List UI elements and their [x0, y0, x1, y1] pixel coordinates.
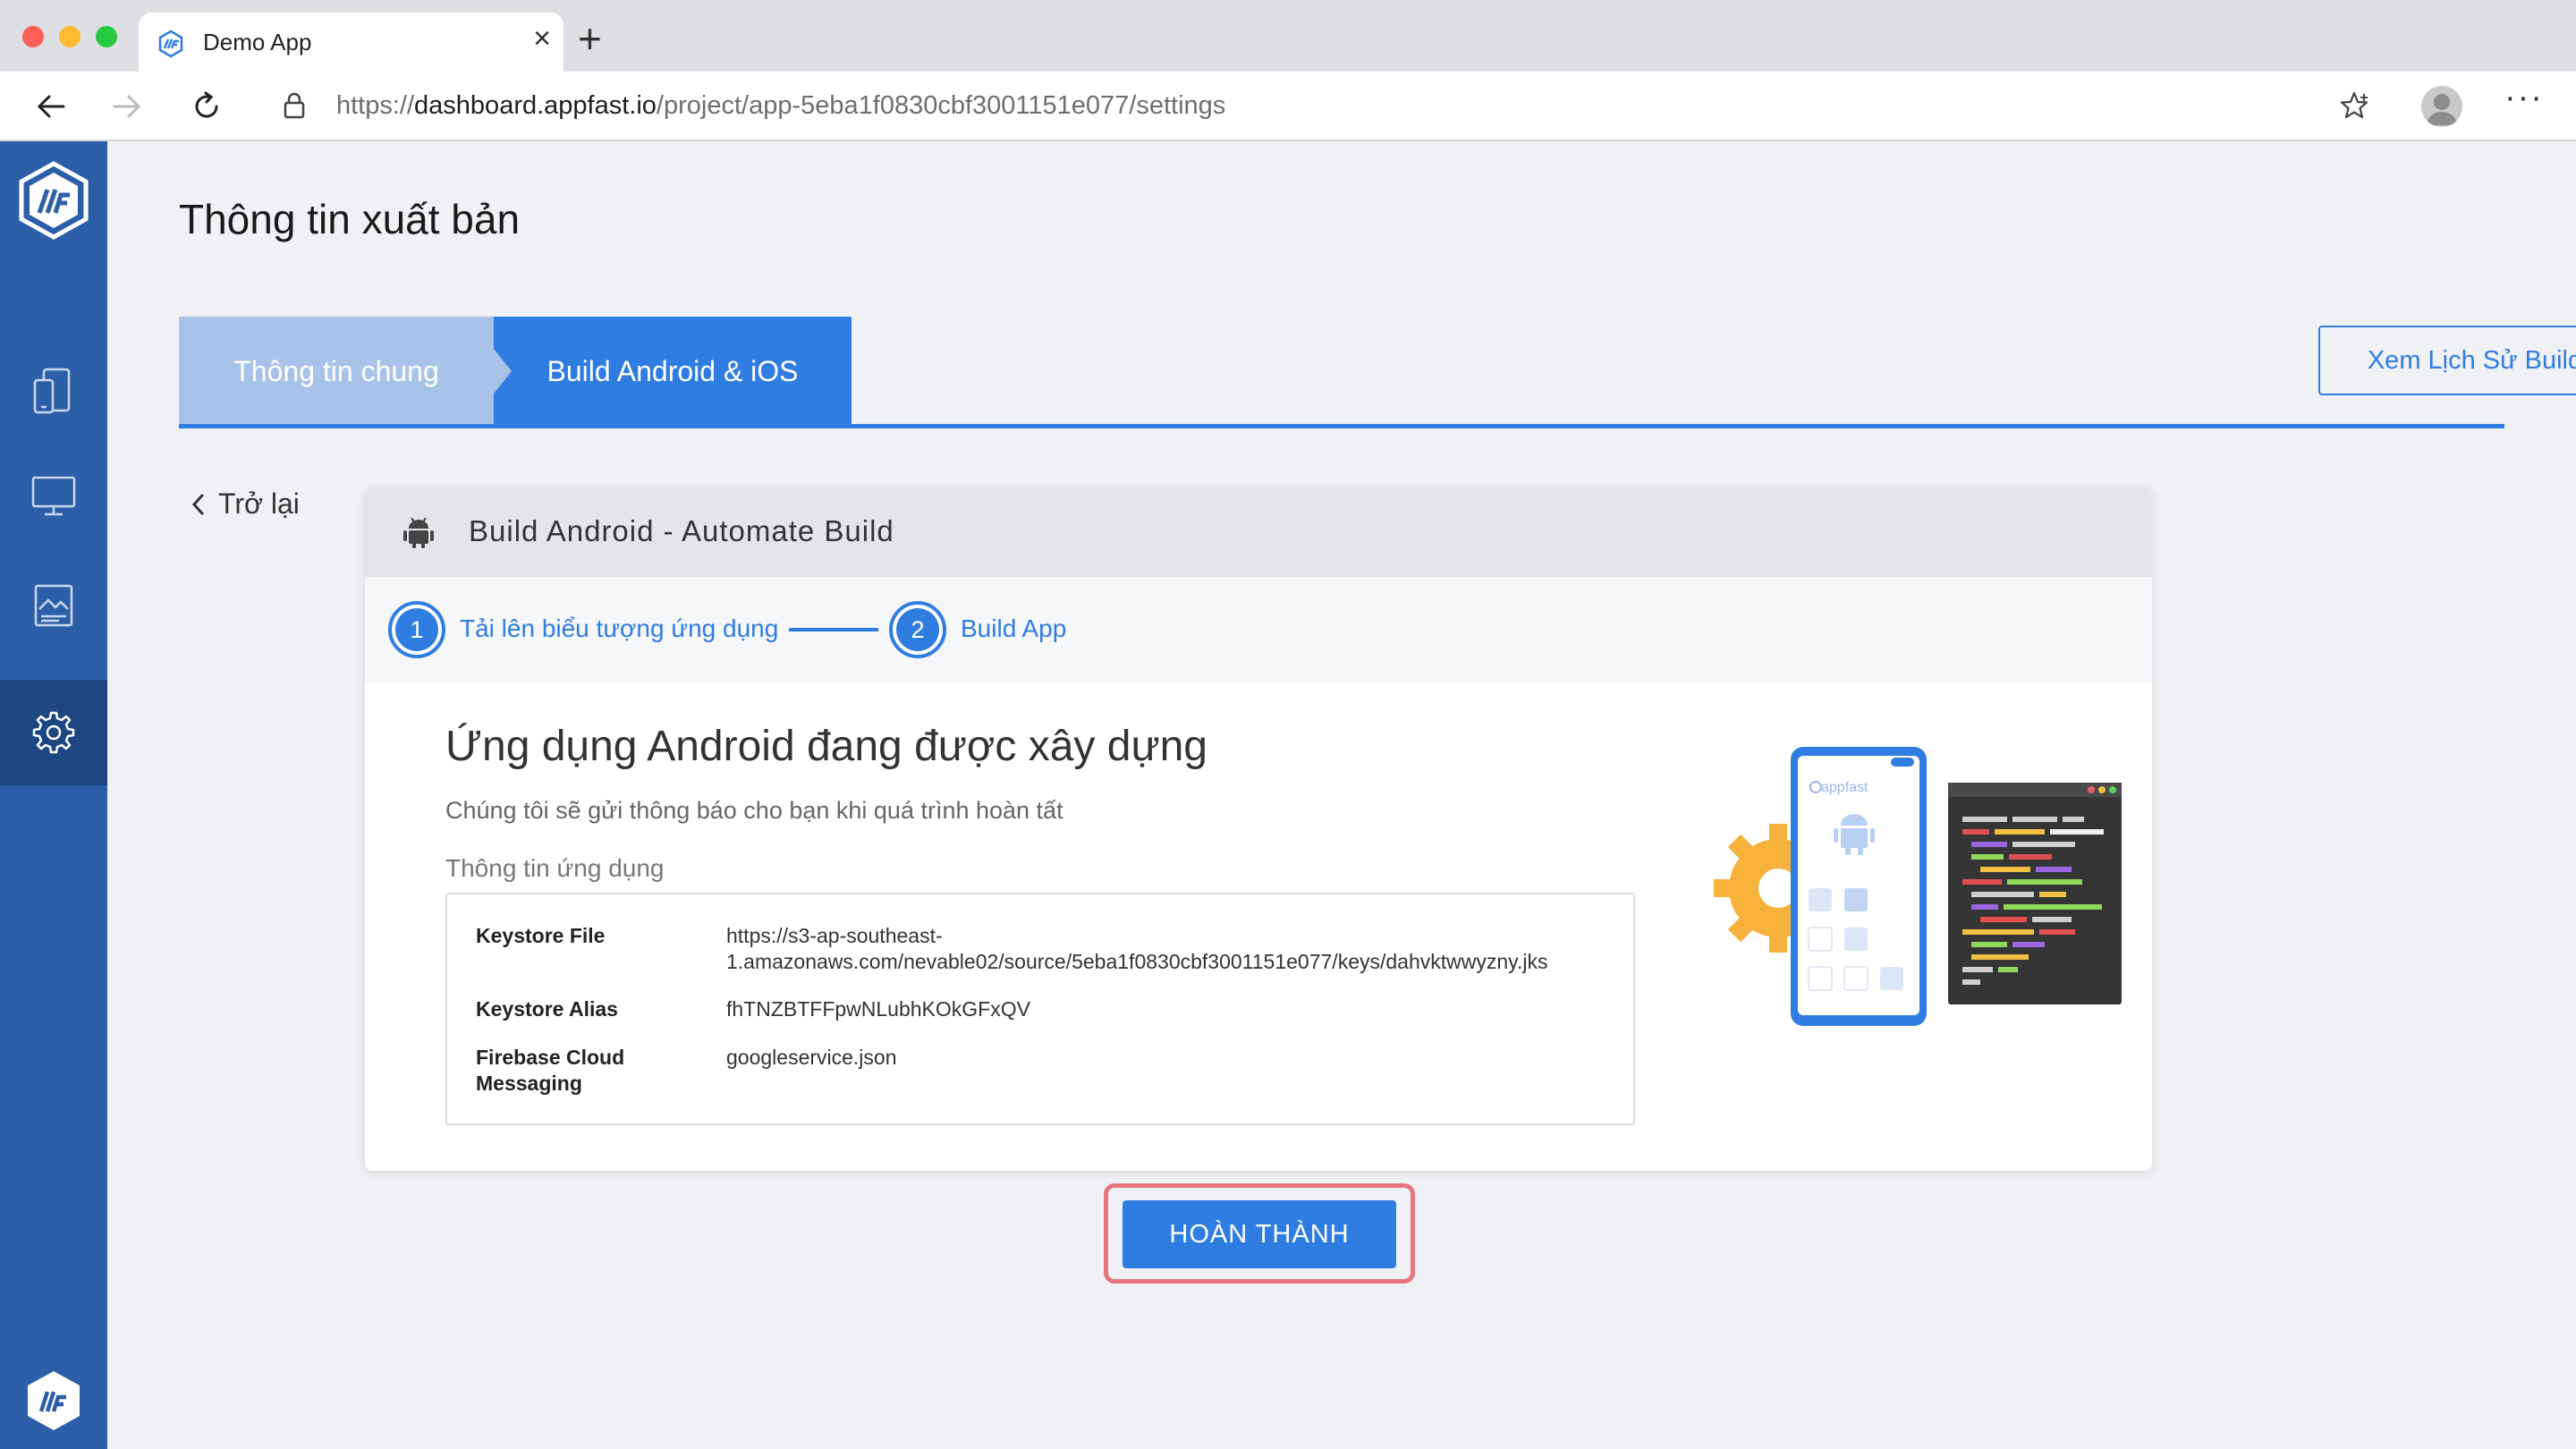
sidebar-item-content[interactable] — [0, 553, 107, 658]
tab-arrow-decoration — [494, 349, 512, 394]
tabs-underline — [179, 424, 2504, 428]
window-close-button[interactable] — [22, 26, 44, 47]
step-connector — [789, 628, 878, 631]
build-status-subtitle: Chúng tôi sẽ gửi thông báo cho bạn khi q… — [445, 797, 1063, 824]
back-link[interactable]: Trở lại — [190, 487, 300, 521]
tab-build-android-ios[interactable]: Build Android & iOS — [494, 317, 852, 426]
gear-icon — [32, 711, 75, 754]
card-header-title: Build Android - Automate Build — [469, 514, 894, 547]
build-stepper: 1 Tải lên biểu tượng ứng dụng 2 Build Ap… — [365, 577, 2152, 682]
address-bar[interactable]: https://dashboard.appfast.io/project/app… — [259, 79, 2388, 134]
lock-icon — [284, 92, 305, 119]
tab-general-info[interactable]: Thông tin chung — [179, 317, 494, 426]
step-2-number: 2 — [896, 608, 939, 651]
phone-illustration: appfast — [1791, 747, 1927, 1026]
build-status-title: Ứng dụng Android đang được xây dựng — [445, 723, 1208, 770]
tabs-row: Thông tin chung Build Android & iOS Xem … — [179, 317, 2576, 429]
page-title: Thông tin xuất bản — [179, 196, 521, 242]
step-1-label: Tải lên biểu tượng ứng dụng — [460, 614, 779, 642]
keystore-alias-value: fhTNZBTFFpwNLubhKOkGFxQV — [726, 997, 1030, 1021]
keystore-file-value: https://s3-ap-southeast- 1.amazonaws.com… — [726, 924, 1548, 973]
done-button-highlight: HOÀN THÀNH — [1104, 1183, 1415, 1284]
profile-avatar[interactable] — [2421, 86, 2462, 127]
back-arrow-icon[interactable] — [27, 82, 75, 131]
bookmark-star-icon[interactable] — [2338, 89, 2370, 122]
reload-icon[interactable] — [182, 82, 231, 131]
code-window-illustration — [1948, 783, 2122, 1004]
step-1-number: 1 — [395, 608, 438, 651]
card-header: Build Android - Automate Build — [365, 487, 2152, 577]
appfast-logo-icon[interactable] — [18, 161, 89, 240]
appfast-favicon-icon — [158, 30, 183, 58]
build-illustration: appfast — [1714, 747, 2122, 1026]
firebase-value: googleservice.json — [726, 1046, 897, 1069]
browser-tab-bar: Demo App × + — [0, 0, 2576, 72]
keystore-file-label: Keystore File — [476, 924, 606, 947]
step-2-indicator: 2 — [889, 601, 946, 658]
new-tab-icon[interactable]: + — [578, 18, 602, 59]
sidebar — [0, 141, 107, 1449]
appfast-bottom-logo-icon — [28, 1371, 80, 1430]
monitor-icon — [31, 476, 76, 516]
devices-icon — [33, 368, 71, 414]
step-2-label: Build App — [961, 614, 1067, 642]
done-button[interactable]: HOÀN THÀNH — [1123, 1200, 1396, 1268]
view-build-history-button[interactable]: Xem Lịch Sử Build App — [2318, 326, 2576, 395]
image-icon — [34, 584, 73, 627]
browser-tab[interactable]: Demo App × — [139, 13, 564, 72]
back-label: Trở lại — [218, 487, 300, 520]
close-tab-icon[interactable]: × — [533, 21, 551, 56]
sidebar-item-web[interactable] — [0, 444, 107, 549]
window-minimize-button[interactable] — [59, 26, 80, 47]
android-icon — [403, 517, 434, 548]
forward-arrow-icon[interactable] — [103, 82, 151, 131]
illustration-brand-text: appfast — [1821, 780, 1868, 795]
build-card: Build Android - Automate Build 1 Tải lên… — [365, 487, 2152, 1171]
app-info-label: Thông tin ứng dụng — [445, 854, 665, 882]
url-text: https://dashboard.appfast.io/project/app… — [336, 91, 1226, 120]
browser-tab-title: Demo App — [203, 29, 312, 55]
step-1-indicator: 1 — [388, 601, 445, 658]
browser-toolbar: https://dashboard.appfast.io/project/app… — [0, 72, 2576, 141]
sidebar-item-settings[interactable] — [0, 680, 107, 785]
sidebar-item-devices[interactable] — [0, 338, 107, 444]
more-menu-icon[interactable]: ··· — [2504, 79, 2544, 117]
app-info-box: Keystore File https://s3-ap-southeast- 1… — [445, 893, 1635, 1125]
window-zoom-button[interactable] — [96, 26, 117, 47]
chevron-left-icon — [191, 494, 204, 514]
keystore-alias-label: Keystore Alias — [476, 997, 618, 1021]
firebase-label: Firebase Cloud Messaging — [476, 1046, 625, 1095]
